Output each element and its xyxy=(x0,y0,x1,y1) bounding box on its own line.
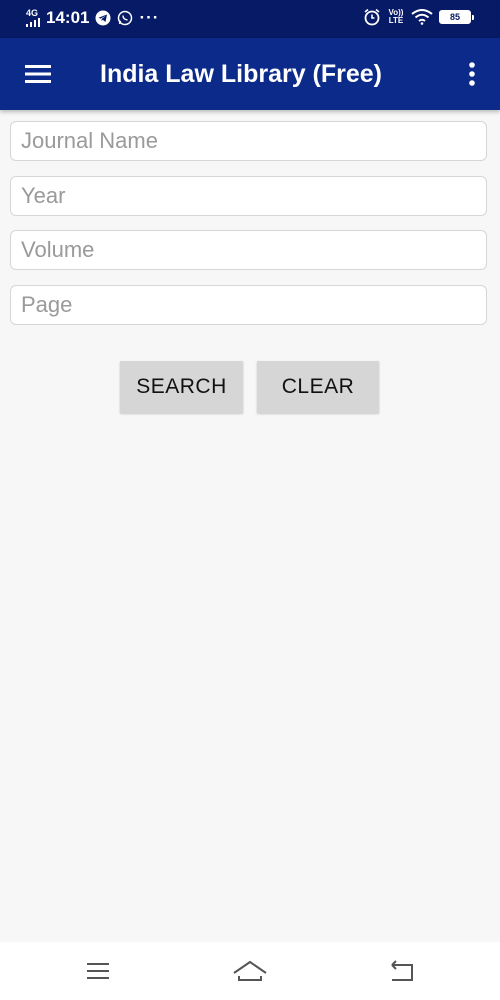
alarm-icon xyxy=(364,8,380,26)
status-bar: 4G 14:01 ··· Vo)) LTE 85 xyxy=(0,0,500,38)
system-navigation-bar xyxy=(0,942,500,1000)
app-title: India Law Library (Free) xyxy=(100,60,383,88)
app-bar: India Law Library (Free) xyxy=(0,38,500,110)
year-input[interactable] xyxy=(10,176,487,216)
network-type: 4G xyxy=(26,8,39,18)
more-notifications: ··· xyxy=(139,8,160,27)
clear-button[interactable]: CLEAR xyxy=(257,361,379,413)
volume-input[interactable] xyxy=(10,230,487,270)
whatsapp-icon xyxy=(118,10,133,26)
status-right: Vo)) LTE 85 xyxy=(363,8,474,26)
status-left: 4G 14:01 ··· xyxy=(26,8,159,28)
home-icon[interactable] xyxy=(230,956,270,986)
journal-name-input[interactable] xyxy=(10,121,487,161)
signal-icon xyxy=(26,18,40,27)
more-vertical-icon[interactable] xyxy=(458,56,486,92)
wifi-icon xyxy=(411,9,433,25)
volte-indicator: Vo)) LTE xyxy=(388,8,404,25)
signal-indicator: 4G xyxy=(26,9,40,27)
clock: 14:01 xyxy=(46,8,90,27)
page-input[interactable] xyxy=(10,285,487,325)
recents-icon[interactable] xyxy=(78,956,118,986)
battery-tip xyxy=(472,14,474,20)
battery-indicator: 85 xyxy=(439,10,474,24)
search-button[interactable]: SEARCH xyxy=(120,361,243,413)
hamburger-menu-icon[interactable] xyxy=(22,60,56,88)
battery-level: 85 xyxy=(439,10,471,24)
back-icon[interactable] xyxy=(382,956,422,986)
telegram-icon xyxy=(95,10,111,26)
